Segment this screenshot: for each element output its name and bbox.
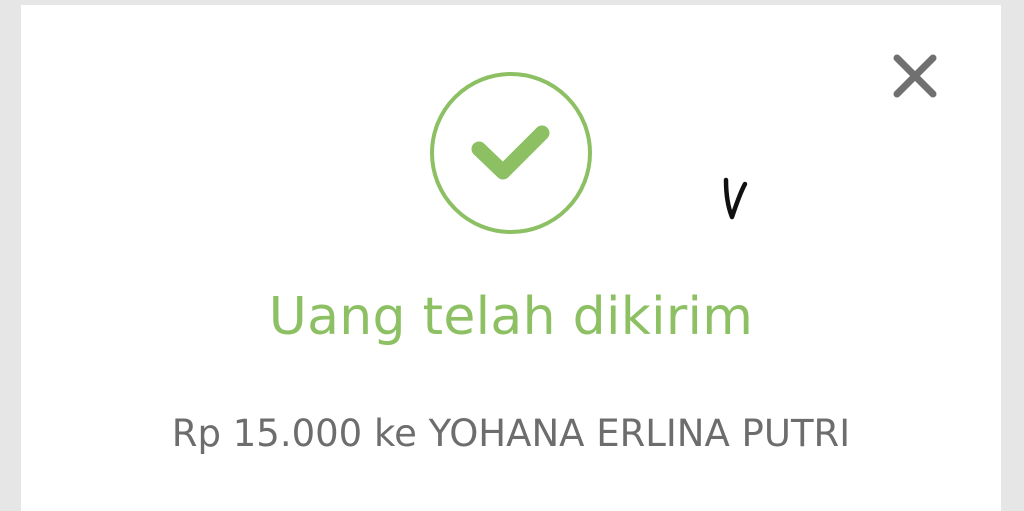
success-dialog: Uang telah dikirim Rp 15.000 ke YOHANA E… <box>21 5 1001 511</box>
close-button[interactable] <box>887 48 943 104</box>
success-title: Uang telah dikirim <box>268 287 754 347</box>
check-circle-icon <box>430 72 592 234</box>
handwritten-mark <box>717 175 753 225</box>
transfer-detail: Rp 15.000 ke YOHANA ERLINA PUTRI <box>171 412 851 455</box>
success-status <box>429 71 593 235</box>
screen: Uang telah dikirim Rp 15.000 ke YOHANA E… <box>0 0 1024 511</box>
close-icon <box>893 54 937 98</box>
